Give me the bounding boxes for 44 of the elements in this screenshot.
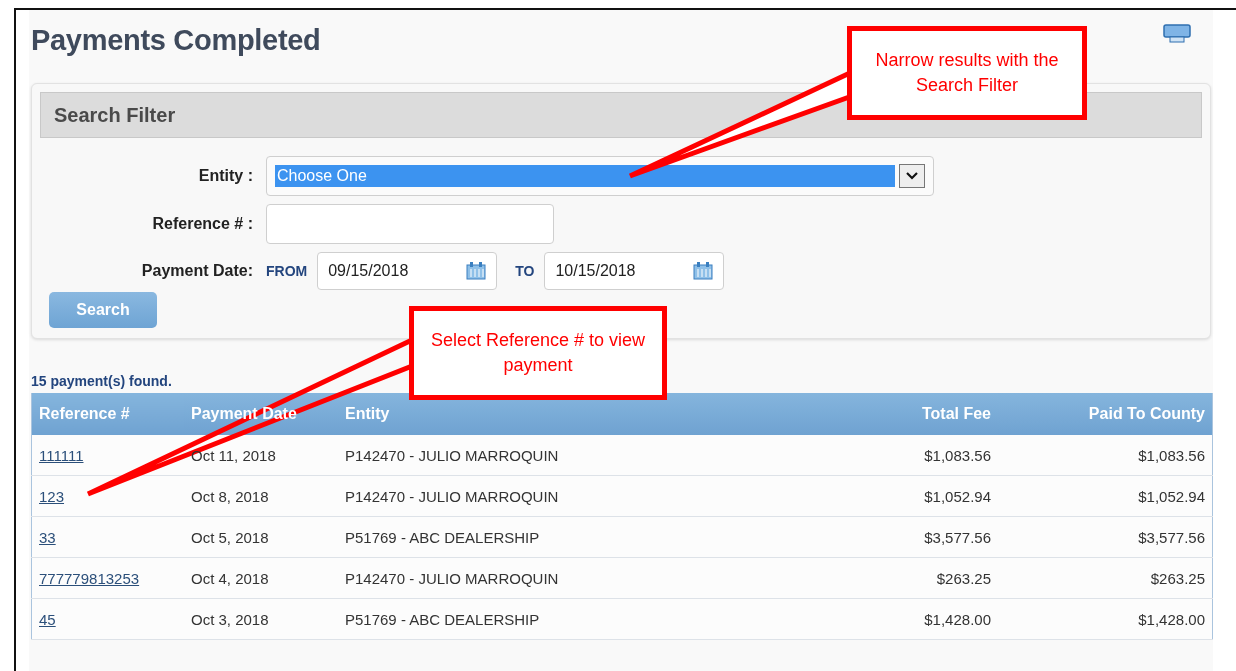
table-cell: Oct 8, 2018 bbox=[184, 475, 338, 517]
reference-link[interactable]: 45 bbox=[39, 610, 56, 628]
table-cell: P142470 - JULIO MARROQUIN bbox=[338, 475, 764, 517]
table-cell: $263.25 bbox=[764, 557, 998, 599]
to-date-field[interactable]: 10/15/2018 bbox=[544, 252, 725, 290]
table-cell: Oct 4, 2018 bbox=[184, 557, 338, 599]
table-cell: $3,577.56 bbox=[998, 516, 1213, 558]
reference-link[interactable]: 123 bbox=[39, 487, 65, 505]
table-cell: Oct 3, 2018 bbox=[184, 598, 338, 640]
reference-link[interactable]: 111111 bbox=[39, 446, 84, 464]
callout-box: Select Reference # to view payment bbox=[409, 306, 667, 400]
table-cell: Oct 11, 2018 bbox=[184, 435, 338, 476]
table-cell: Oct 5, 2018 bbox=[184, 516, 338, 558]
field-label: Payment Date: bbox=[140, 262, 254, 280]
calendar-icon[interactable] bbox=[466, 262, 487, 280]
table-cell: $1,083.56 bbox=[998, 435, 1213, 476]
calendar-icon[interactable] bbox=[693, 262, 714, 280]
field-label: Entity : bbox=[197, 167, 254, 185]
from-date-field[interactable]: 09/15/2018 bbox=[317, 252, 498, 290]
column-header: Paid To County bbox=[998, 393, 1213, 435]
chevron-down-icon[interactable] bbox=[899, 164, 925, 188]
to-label: TO bbox=[515, 263, 536, 279]
page-title: Payments Completed bbox=[31, 24, 321, 57]
column-header: Reference # bbox=[31, 393, 184, 435]
table-cell: $1,083.56 bbox=[764, 435, 998, 476]
callout-box: Narrow results with the Search Filter bbox=[847, 26, 1087, 120]
from-label: FROM bbox=[266, 263, 309, 279]
table-cell: $3,577.56 bbox=[764, 516, 998, 558]
field-label: Reference # : bbox=[151, 215, 254, 233]
table-cell: $1,428.00 bbox=[764, 598, 998, 640]
table-cell: P142470 - JULIO MARROQUIN bbox=[338, 557, 764, 599]
reference-input[interactable] bbox=[266, 204, 554, 244]
table-cell: $1,052.94 bbox=[998, 475, 1213, 517]
reference-link[interactable]: 777779813253 bbox=[39, 569, 140, 587]
column-header: Total Fee bbox=[764, 393, 998, 435]
table-cell: P51769 - ABC DEALERSHIP bbox=[338, 516, 764, 558]
table-cell: $1,428.00 bbox=[998, 598, 1213, 640]
table-cell: P142470 - JULIO MARROQUIN bbox=[338, 435, 764, 476]
monitor-icon[interactable] bbox=[1163, 24, 1191, 44]
results-count: 15 payment(s) found. bbox=[31, 373, 172, 389]
reference-link[interactable]: 33 bbox=[39, 528, 56, 546]
table-cell: P51769 - ABC DEALERSHIP bbox=[338, 598, 764, 640]
table-cell: $1,052.94 bbox=[764, 475, 998, 517]
table-cell: $263.25 bbox=[998, 557, 1213, 599]
